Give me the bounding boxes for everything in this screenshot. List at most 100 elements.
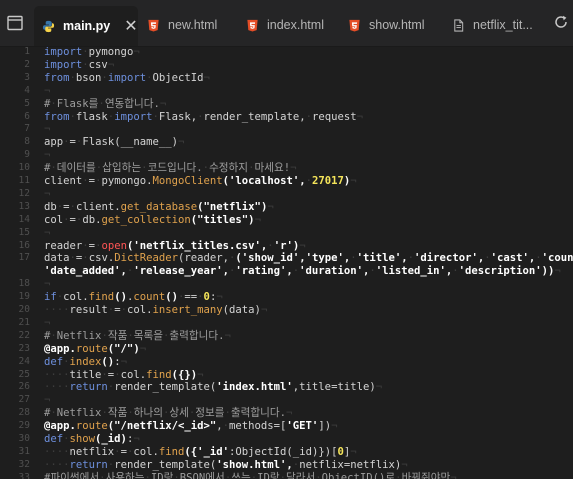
code-line: 5 #·Flask를·연동합니다.¬ [0, 98, 573, 111]
line-number: 8 [24, 136, 30, 148]
code-token: ]) [318, 420, 332, 433]
line-number: 26 [18, 381, 30, 393]
code-token: app [44, 136, 64, 149]
code-token: DictReader [114, 252, 178, 265]
code-token: ID랑 [150, 471, 174, 479]
line-number: 5 [24, 97, 30, 109]
tab-show-html[interactable]: show.html [340, 8, 440, 42]
code-token: (data) [222, 304, 261, 316]
code-token: ¬ [203, 71, 210, 84]
code-token: #파이썬에서 [44, 471, 100, 479]
code-line: 31 ····netflix·=·col.find({'_id':ObjectId… [0, 446, 573, 459]
code-token: '_id' [197, 445, 230, 458]
code-token: 'description' [458, 265, 542, 278]
tab-new-html[interactable]: new.html [139, 8, 237, 42]
code-text: ¬ [44, 188, 50, 201]
code-text: if·col.find().count()·==·0:¬ [44, 291, 223, 304]
line-number: 33 [18, 471, 30, 479]
line-number: 14 [18, 213, 30, 225]
line-number: 28 [18, 407, 30, 419]
line-number: 23 [18, 342, 30, 354]
code-token: ¬ [197, 368, 204, 381]
code-token: ¬ [350, 175, 357, 187]
code-token: col. [126, 304, 153, 316]
line-number: 6 [24, 110, 30, 122]
code-token: client. [75, 200, 121, 213]
code-token: 출력합니다. [230, 407, 286, 420]
code-token: def [44, 355, 64, 368]
code-token: 달라서 [286, 471, 316, 479]
code-token: render_template( [114, 458, 217, 471]
code-line: 6 from·flask·import·Flask,·render_templat… [0, 111, 573, 124]
code-editor[interactable]: 1 import·pymongo¬ 2 import·csv¬ 3 from·bson·i… [0, 46, 573, 479]
html5-file-icon [148, 19, 159, 31]
code-token: Flask(__name__) [82, 136, 178, 149]
line-number: 19 [18, 291, 30, 303]
code-token: Netflix [56, 407, 102, 420]
code-token: 'index.html' [216, 381, 293, 394]
code-line: 17 data·=·csv.DictReader(reader,·('show_i… [0, 252, 573, 265]
code-line: 16 reader·=·open('netflix_titles.csv',·'r… [0, 240, 573, 253]
line-number: 12 [18, 187, 30, 199]
line-number: 31 [18, 445, 30, 457]
code-token: ¬ [554, 265, 561, 278]
code-token: ¬ [159, 97, 167, 110]
code-text: ····return·render_template('index.html',… [44, 381, 382, 394]
code-token: 삽입하는 [102, 162, 142, 175]
code-token: Flask를 [56, 97, 99, 110]
code-token: == [184, 291, 198, 304]
line-number: 11 [18, 175, 30, 186]
code-token: ¬ [44, 226, 51, 239]
code-token: 상세 [169, 407, 189, 420]
line-number: 21 [18, 316, 30, 328]
tab-bar: main.py ✕ new.html index.html show.html [0, 0, 573, 47]
code-token: from [44, 110, 70, 123]
code-line: 33 #파이썬에서·사용하는·ID랑·BSON에서·쓰는·ID랑·달라서·Obje… [0, 472, 573, 479]
code-token: 'release_year', [133, 265, 229, 278]
code-token: csv. [88, 252, 115, 265]
code-token: ¬ [224, 329, 231, 342]
code-text: ¬ [44, 394, 50, 407]
code-token: 'title', [356, 252, 408, 265]
code-token: route [75, 342, 108, 355]
refresh-icon[interactable] [553, 14, 569, 30]
code-token: ¬ [254, 213, 261, 226]
code-token: title [69, 368, 102, 381]
code-token: result [69, 304, 108, 316]
code-token: ObjectId [152, 71, 204, 84]
code-token: netflix=netflix) [299, 458, 402, 471]
code-token: 'rating', [235, 265, 293, 278]
line-number: 4 [24, 84, 30, 96]
code-line: 11 client·=·pymongo.MongoClient('localhos… [0, 175, 573, 188]
code-line: 14 col·=·db.get_collection("titles")¬ [0, 214, 573, 227]
close-tab-icon[interactable]: ✕ [124, 16, 137, 36]
code-token: ({}) [171, 368, 198, 381]
code-token: Netflix [56, 329, 102, 342]
code-token: open [101, 239, 127, 252]
code-token: return [69, 381, 108, 394]
code-token: reader [44, 239, 83, 252]
code-text: 'date_added',·'release_year',·'rating',·… [44, 265, 561, 278]
explorer-toggle-icon[interactable] [6, 14, 24, 32]
tab-netflix-titles[interactable]: netflix_tit... [444, 8, 544, 42]
code-token: 마세요! [254, 162, 291, 175]
code-token: def [44, 433, 64, 445]
line-number: 18 [18, 278, 30, 290]
tab-label: index.html [267, 18, 324, 32]
code-token: pymongo. [101, 175, 153, 187]
code-token: route [75, 420, 108, 433]
tab-main-py[interactable]: main.py ✕ [34, 6, 138, 46]
code-line: 8 app·=·Flask(__name__)¬ [0, 136, 573, 149]
code-token: Flask, [158, 110, 198, 123]
code-text: ····netflix·=·col.find({'_id':ObjectId(_… [44, 446, 357, 459]
code-token: "/" [114, 342, 134, 355]
code-token: 하나의 [133, 407, 163, 420]
python-file-icon [42, 20, 55, 32]
code-token: 'cast', [490, 252, 536, 265]
code-token: @app. [44, 342, 76, 355]
code-token: return [69, 458, 108, 471]
code-token: 'listed_in', [375, 265, 453, 278]
code-token: col. [63, 291, 89, 304]
tab-index-html[interactable]: index.html [238, 8, 338, 42]
code-token: 데이터를 [56, 162, 96, 175]
